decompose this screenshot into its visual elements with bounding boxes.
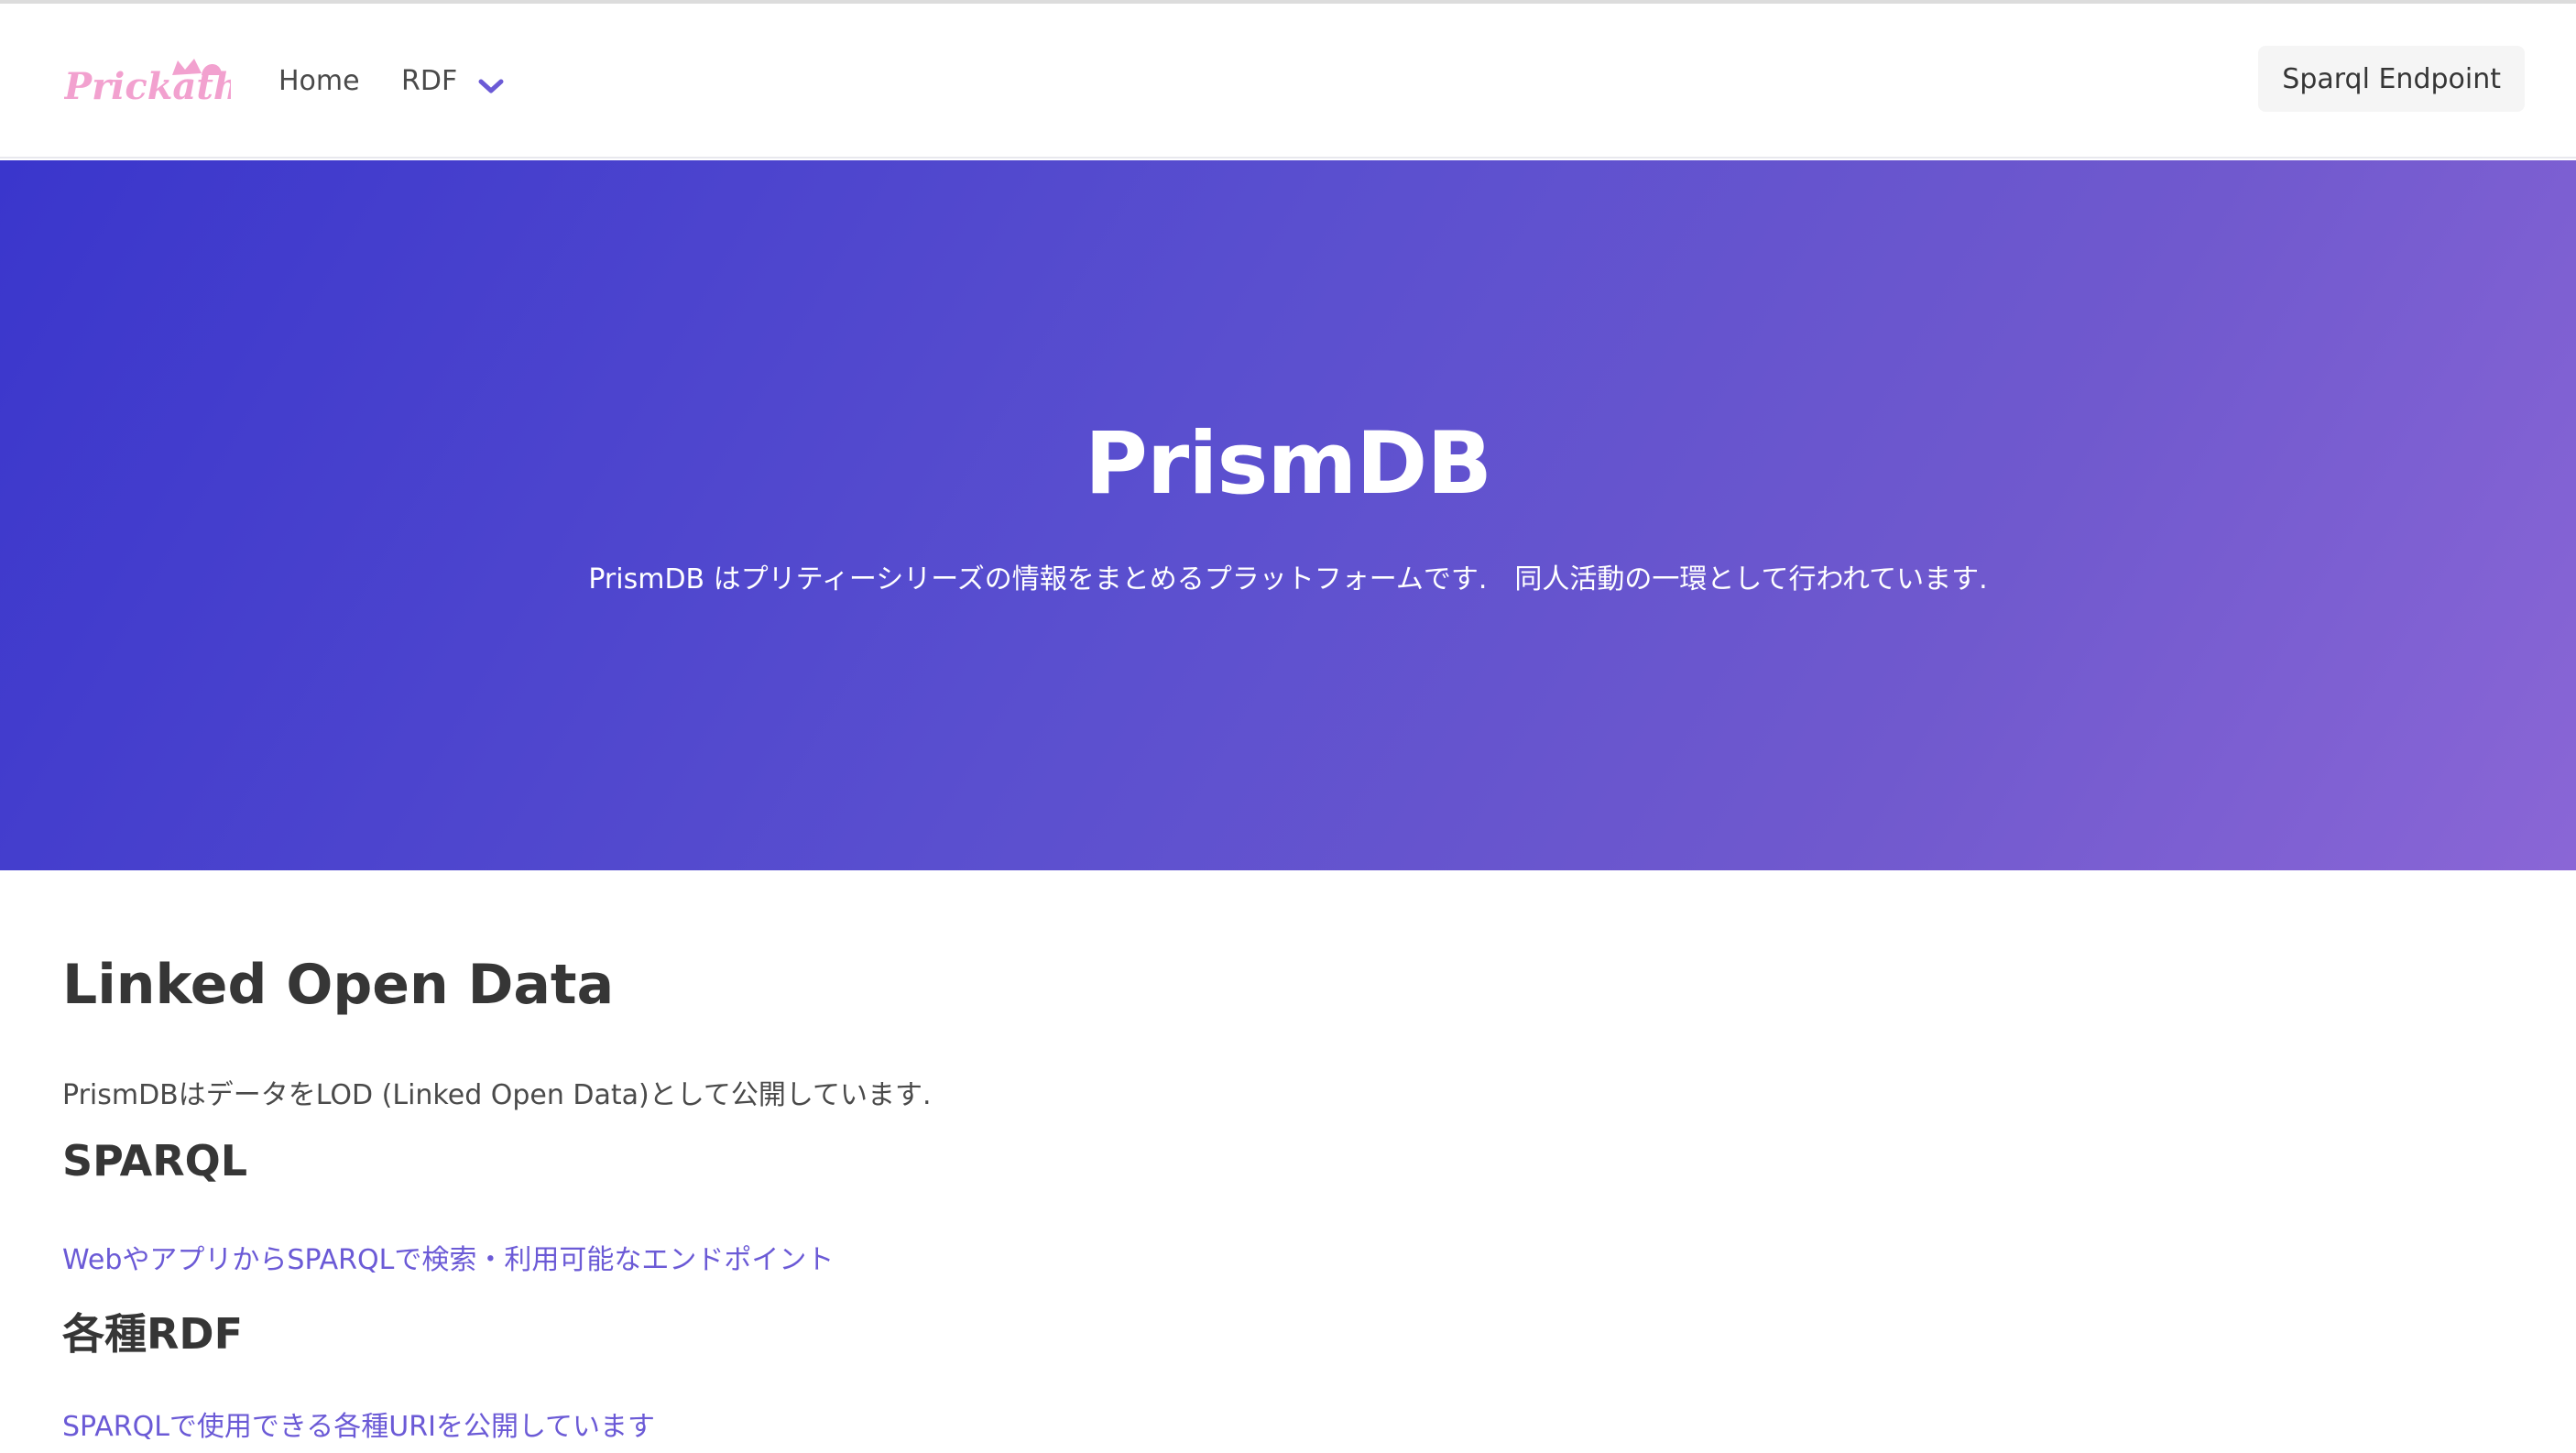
nav-home-link[interactable]: Home — [278, 4, 360, 158]
rdf-uri-link[interactable]: SPARQLで使用できる各種URIを公開しています — [62, 1404, 655, 1444]
hero-subtitle: PrismDB はプリティーシリーズの情報をまとめるプラットフォームです. 同人… — [588, 563, 1988, 595]
sparql-heading: SPARQL — [62, 1136, 248, 1185]
sparql-endpoint-button[interactable]: Sparql Endpoint — [2258, 46, 2525, 112]
lod-intro-text: PrismDBはデータをLOD (Linked Open Data)として公開し… — [62, 1079, 932, 1111]
nav-home-label: Home — [278, 65, 360, 97]
sparql-endpoint-label: Sparql Endpoint — [2282, 62, 2501, 95]
prickathon-logo[interactable]: Prickathon — [63, 55, 291, 110]
section-title: Linked Open Data — [62, 953, 615, 1017]
chevron-down-icon — [477, 71, 505, 93]
nav-rdf-dropdown[interactable]: RDF — [401, 4, 505, 158]
nav-rdf-label: RDF — [401, 65, 458, 97]
rdf-heading: 各種RDF — [62, 1309, 244, 1359]
logo-graphic: Prickathon — [63, 59, 291, 108]
hero-title: PrismDB — [1084, 414, 1492, 514]
sparql-endpoint-link[interactable]: WebやアプリからSPARQLで検索・利用可能なエンドポイント — [62, 1237, 834, 1277]
navbar: Prickathon Home RDF Sparql Endpoint — [0, 4, 2576, 158]
logo-text: Prickathon — [64, 65, 231, 108]
hero-banner: PrismDB PrismDB はプリティーシリーズの情報をまとめるプラットフォ… — [0, 160, 2576, 870]
